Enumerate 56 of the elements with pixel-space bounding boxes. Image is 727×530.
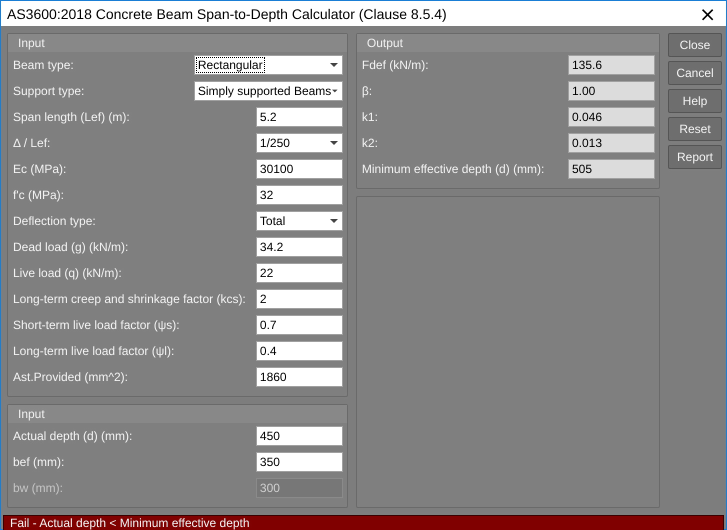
field-label: Short-term live load factor (ψs):	[13, 318, 180, 332]
field-label: Actual depth (d) (mm):	[13, 429, 132, 443]
panel-title: Input	[18, 36, 45, 50]
output-field: 135.6	[568, 55, 655, 75]
dropdown[interactable]: 1/250	[256, 133, 343, 153]
panel-title: Input	[18, 407, 45, 421]
field-label: f'c (MPa):	[13, 188, 64, 202]
input-field[interactable]: 32	[256, 185, 343, 205]
input-field[interactable]: 30100	[256, 159, 343, 179]
output-field: 1.00	[568, 81, 655, 101]
window-title: AS3600:2018 Concrete Beam Span-to-Depth Calculator (Clause 8.5.4)	[7, 6, 447, 22]
field-label: Support type:	[13, 84, 84, 98]
input-field[interactable]: 5.2	[256, 107, 343, 127]
field-label: bw (mm):	[13, 481, 63, 495]
field-label: bef (mm):	[13, 455, 64, 469]
dialog-button[interactable]: Close	[668, 33, 722, 57]
input-field[interactable]: 450	[256, 426, 343, 446]
dialog-button[interactable]: Reset	[668, 117, 722, 141]
dialog-button[interactable]: Help	[668, 89, 722, 113]
field-label: Long-term live load factor (ψl):	[13, 344, 174, 358]
input-field[interactable]: 34.2	[256, 237, 343, 257]
field-label: k1:	[362, 110, 378, 124]
output-field: 0.013	[568, 133, 655, 153]
dialog-button[interactable]: Report	[668, 145, 722, 169]
input-field[interactable]: 0.4	[256, 341, 343, 361]
field-label: Deflection type:	[13, 214, 96, 228]
dropdown-caret-icon	[332, 89, 338, 93]
input-field[interactable]: 22	[256, 263, 343, 283]
field-label: Minimum effective depth (d) (mm):	[362, 162, 544, 176]
dropdown[interactable]: Rectangular	[194, 55, 343, 75]
input-field[interactable]: 0.7	[256, 315, 343, 335]
dropdown[interactable]: Simply supported Beams	[194, 81, 343, 101]
dropdown-caret-icon	[330, 141, 338, 145]
dropdown[interactable]: Total	[256, 211, 343, 231]
close-button[interactable]: ×	[695, 4, 720, 24]
field-label: Δ / Lef:	[13, 136, 50, 150]
field-label: Span length (Lef) (m):	[13, 110, 130, 124]
field-label: Dead load (g) (kN/m):	[13, 240, 128, 254]
output-field: 0.046	[568, 107, 655, 127]
dropdown-caret-icon	[330, 63, 338, 67]
field-label: Ast.Provided (mm^2):	[13, 370, 128, 384]
field-label: Ec (MPa):	[13, 162, 66, 176]
field-label: Long-term creep and shrinkage factor (kcs):	[13, 292, 246, 306]
field-label: Live load (q) (kN/m):	[13, 266, 122, 280]
field-label: Fdef (kN/m):	[362, 58, 429, 72]
input-field[interactable]: 2	[256, 289, 343, 309]
output-field: 505	[568, 159, 655, 179]
input-field[interactable]: 350	[256, 452, 343, 472]
field-label: Beam type:	[13, 58, 74, 72]
dialog-button[interactable]: Cancel	[668, 61, 722, 85]
panel-title: Output	[366, 36, 403, 50]
field-label: β:	[362, 84, 372, 98]
input-field[interactable]: 1860	[256, 367, 343, 387]
field-label: k2:	[362, 136, 378, 150]
status-message: Fail - Actual depth < Minimum effective depth	[10, 516, 250, 530]
dropdown-caret-icon	[330, 219, 338, 223]
